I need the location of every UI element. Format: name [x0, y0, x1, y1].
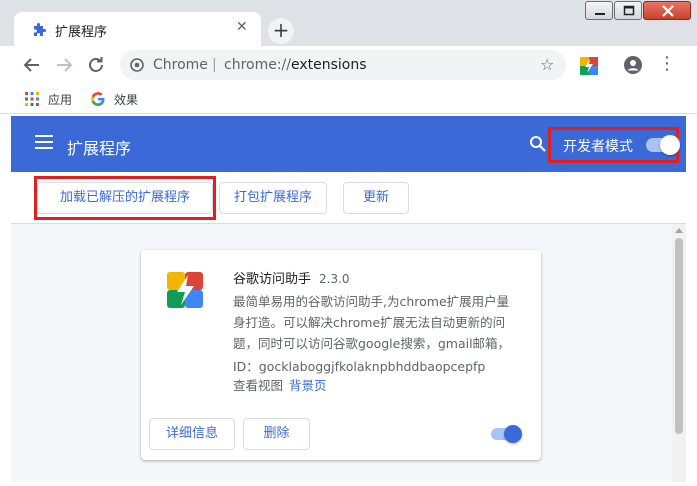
forward-arrow-icon[interactable] — [52, 53, 76, 77]
description-line: 身打造。可以解决chrome扩展无法自动更新的问 — [233, 315, 506, 330]
extensions-header: 扩展程序 开发者模式 — [11, 116, 686, 172]
bookmarks-bar: 应用 效果 — [0, 84, 697, 114]
tab-extensions[interactable]: 扩展程序 ✕ — [14, 12, 261, 46]
page-title: 扩展程序 — [67, 139, 132, 158]
load-unpacked-button[interactable]: 加载已解压的扩展程序 — [37, 182, 213, 214]
developer-mode-label: 开发者模式 — [563, 139, 633, 155]
address-bar[interactable]: Chrome | chrome://extensions ☆ — [120, 50, 566, 80]
pack-extension-button[interactable]: 打包扩展程序 — [219, 182, 327, 214]
close-window-button[interactable] — [643, 1, 691, 20]
maximize-button[interactable] — [614, 1, 642, 20]
maximize-icon — [623, 5, 635, 16]
back-arrow-icon[interactable] — [20, 53, 44, 77]
inspect-views-label: 查看视图 — [233, 378, 284, 393]
tab-close-icon[interactable]: ✕ — [236, 19, 248, 35]
description-line: 最简单易用的谷歌访问助手,为chrome扩展用户量 — [233, 294, 510, 309]
omnibox-separator: | — [212, 57, 217, 73]
developer-mode-toggle[interactable] — [646, 135, 680, 155]
minimize-button[interactable] — [585, 1, 613, 20]
extension-card: 谷歌访问助手 2.3.0 最简单易用的谷歌访问助手,为chrome扩展用户量 身打… — [141, 250, 541, 460]
developer-mode-highlight: 开发者模式 — [548, 127, 680, 163]
apps-grid-icon — [25, 92, 39, 106]
extension-id: ID：gocklaboggjfkolaknpbhddbaopcepfp — [233, 359, 486, 374]
url-path: extensions — [291, 57, 367, 73]
details-button[interactable]: 详细信息 — [149, 418, 235, 450]
hamburger-menu-icon[interactable] — [35, 135, 53, 151]
bookmark-apps-label: 应用 — [48, 93, 73, 107]
developer-action-bar: 加载已解压的扩展程序 打包扩展程序 更新 — [11, 172, 686, 224]
inspect-views: 查看视图 背景页 — [233, 375, 327, 394]
background-page-link[interactable]: 背景页 — [289, 378, 327, 393]
extensions-list-area: 谷歌访问助手 2.3.0 最简单易用的谷歌访问助手,为chrome扩展用户量 身打… — [11, 224, 686, 482]
profile-avatar-icon[interactable] — [623, 55, 643, 75]
url-scheme: chrome:// — [224, 57, 291, 73]
extension-title: 谷歌访问助手 — [233, 272, 312, 287]
bookmark-effect-label: 效果 — [114, 93, 139, 107]
reload-icon[interactable] — [84, 53, 108, 77]
browser-toolbar: Chrome | chrome://extensions ☆ ⋮ — [0, 46, 697, 84]
extension-enable-toggle[interactable] — [491, 425, 522, 443]
scrollbar-thumb[interactable] — [675, 238, 683, 434]
extension-description: 最简单易用的谷歌访问助手,为chrome扩展用户量 身打造。可以解决chrome… — [233, 291, 525, 354]
google-g-icon — [91, 92, 105, 106]
extension-enable-toggle-knob — [504, 425, 522, 443]
omnibox-chip-label: Chrome — [153, 57, 208, 73]
scroll-up-arrow-icon[interactable] — [675, 228, 683, 233]
puzzle-icon — [34, 23, 46, 36]
developer-mode-toggle-knob — [660, 135, 680, 155]
omnibox-url: chrome://extensions — [224, 57, 367, 73]
extension-logo-icon — [167, 272, 203, 308]
bookmark-star-icon[interactable]: ☆ — [540, 55, 554, 74]
chrome-icon — [130, 58, 144, 72]
minimize-icon — [595, 13, 605, 15]
extension-action-icon[interactable] — [580, 57, 598, 75]
tab-title: 扩展程序 — [55, 25, 108, 40]
browser-menu-icon[interactable]: ⋮ — [657, 54, 677, 76]
extension-name: 谷歌访问助手 2.3.0 — [233, 268, 350, 287]
tab-strip: 扩展程序 ✕ + — [0, 0, 697, 46]
remove-button[interactable]: 删除 — [243, 418, 310, 450]
extension-version: 2.3.0 — [319, 272, 350, 286]
new-tab-button[interactable]: + — [268, 18, 294, 44]
search-icon[interactable] — [529, 135, 547, 153]
scrollbar[interactable] — [672, 224, 686, 482]
close-icon — [662, 5, 674, 17]
update-button[interactable]: 更新 — [343, 182, 409, 214]
description-line: 题，同时可以访问谷歌google搜索，gmail邮箱， — [233, 336, 511, 351]
